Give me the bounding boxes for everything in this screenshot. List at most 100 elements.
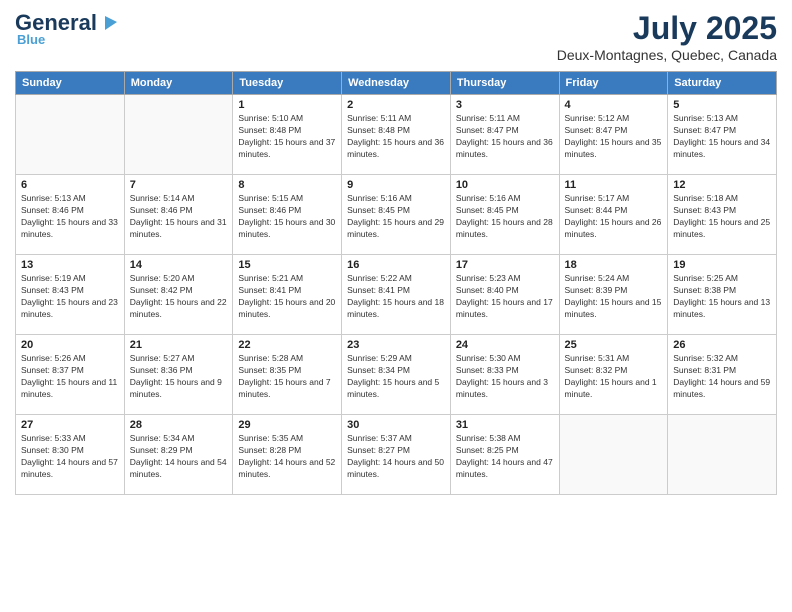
calendar-cell: 15 Sunrise: 5:21 AM Sunset: 8:41 PM Dayli… xyxy=(233,255,342,335)
day-number: 19 xyxy=(673,259,771,271)
day-number: 21 xyxy=(130,339,228,351)
calendar-cell: 28 Sunrise: 5:34 AM Sunset: 8:29 PM Dayli… xyxy=(124,415,233,495)
calendar-cell: 13 Sunrise: 5:19 AM Sunset: 8:43 PM Dayli… xyxy=(16,255,125,335)
day-number: 6 xyxy=(21,179,119,191)
day-number: 24 xyxy=(456,339,554,351)
calendar-cell: 22 Sunrise: 5:28 AM Sunset: 8:35 PM Dayli… xyxy=(233,335,342,415)
day-number: 17 xyxy=(456,259,554,271)
day-number: 25 xyxy=(565,339,663,351)
calendar-cell: 10 Sunrise: 5:16 AM Sunset: 8:45 PM Dayli… xyxy=(450,175,559,255)
day-number: 1 xyxy=(238,99,336,111)
logo-blue: Blue xyxy=(17,32,45,47)
day-detail: Sunrise: 5:35 AM Sunset: 8:28 PM Dayligh… xyxy=(238,433,336,481)
calendar-cell: 4 Sunrise: 5:12 AM Sunset: 8:47 PM Daylig… xyxy=(559,95,668,175)
calendar-cell: 25 Sunrise: 5:31 AM Sunset: 8:32 PM Dayli… xyxy=(559,335,668,415)
day-detail: Sunrise: 5:24 AM Sunset: 8:39 PM Dayligh… xyxy=(565,273,663,321)
day-detail: Sunrise: 5:33 AM Sunset: 8:30 PM Dayligh… xyxy=(21,433,119,481)
header: General Blue July 2025 Deux-Montagnes, Q… xyxy=(15,10,777,63)
day-number: 8 xyxy=(238,179,336,191)
day-detail: Sunrise: 5:11 AM Sunset: 8:47 PM Dayligh… xyxy=(456,113,554,161)
day-number: 10 xyxy=(456,179,554,191)
col-header-sunday: Sunday xyxy=(16,72,125,95)
day-detail: Sunrise: 5:17 AM Sunset: 8:44 PM Dayligh… xyxy=(565,193,663,241)
day-detail: Sunrise: 5:25 AM Sunset: 8:38 PM Dayligh… xyxy=(673,273,771,321)
day-detail: Sunrise: 5:30 AM Sunset: 8:33 PM Dayligh… xyxy=(456,353,554,401)
main-title: July 2025 xyxy=(557,10,777,47)
day-detail: Sunrise: 5:31 AM Sunset: 8:32 PM Dayligh… xyxy=(565,353,663,401)
week-row-1: 6 Sunrise: 5:13 AM Sunset: 8:46 PM Daylig… xyxy=(16,175,777,255)
calendar-cell: 17 Sunrise: 5:23 AM Sunset: 8:40 PM Dayli… xyxy=(450,255,559,335)
day-detail: Sunrise: 5:29 AM Sunset: 8:34 PM Dayligh… xyxy=(347,353,445,401)
day-detail: Sunrise: 5:16 AM Sunset: 8:45 PM Dayligh… xyxy=(347,193,445,241)
header-row: SundayMondayTuesdayWednesdayThursdayFrid… xyxy=(16,72,777,95)
calendar-cell: 29 Sunrise: 5:35 AM Sunset: 8:28 PM Dayli… xyxy=(233,415,342,495)
day-detail: Sunrise: 5:28 AM Sunset: 8:35 PM Dayligh… xyxy=(238,353,336,401)
col-header-friday: Friday xyxy=(559,72,668,95)
calendar-cell: 31Sunrise: 5:38 AM Sunset: 8:25 PM Dayli… xyxy=(450,415,559,495)
calendar-cell: 16Sunrise: 5:22 AM Sunset: 8:41 PM Dayli… xyxy=(342,255,451,335)
day-detail: Sunrise: 5:21 AM Sunset: 8:41 PM Dayligh… xyxy=(238,273,336,321)
subtitle: Deux-Montagnes, Quebec, Canada xyxy=(557,47,777,63)
col-header-monday: Monday xyxy=(124,72,233,95)
day-number: 15 xyxy=(238,259,336,271)
day-number: 18 xyxy=(565,259,663,271)
calendar-cell: 30Sunrise: 5:37 AM Sunset: 8:27 PM Dayli… xyxy=(342,415,451,495)
calendar-cell xyxy=(559,415,668,495)
logo-icon xyxy=(97,12,119,34)
calendar-cell: 6 Sunrise: 5:13 AM Sunset: 8:46 PM Daylig… xyxy=(16,175,125,255)
calendar-cell xyxy=(124,95,233,175)
day-number: 5 xyxy=(673,99,771,111)
day-number: 9 xyxy=(347,179,445,191)
calendar-cell: 20Sunrise: 5:26 AM Sunset: 8:37 PM Dayli… xyxy=(16,335,125,415)
calendar-cell: 7Sunrise: 5:14 AM Sunset: 8:46 PM Daylig… xyxy=(124,175,233,255)
day-detail: Sunrise: 5:23 AM Sunset: 8:40 PM Dayligh… xyxy=(456,273,554,321)
day-detail: Sunrise: 5:16 AM Sunset: 8:45 PM Dayligh… xyxy=(456,193,554,241)
day-detail: Sunrise: 5:10 AM Sunset: 8:48 PM Dayligh… xyxy=(238,113,336,161)
day-detail: Sunrise: 5:13 AM Sunset: 8:46 PM Dayligh… xyxy=(21,193,119,241)
day-detail: Sunrise: 5:15 AM Sunset: 8:46 PM Dayligh… xyxy=(238,193,336,241)
day-number: 20 xyxy=(21,339,119,351)
day-number: 29 xyxy=(238,419,336,431)
week-row-0: 1 Sunrise: 5:10 AM Sunset: 8:48 PM Daylig… xyxy=(16,95,777,175)
calendar-cell: 12 Sunrise: 5:18 AM Sunset: 8:43 PM Dayli… xyxy=(668,175,777,255)
day-number: 23 xyxy=(347,339,445,351)
day-number: 14 xyxy=(130,259,228,271)
day-number: 2 xyxy=(347,99,445,111)
calendar-cell: 2 Sunrise: 5:11 AM Sunset: 8:48 PM Daylig… xyxy=(342,95,451,175)
col-header-tuesday: Tuesday xyxy=(233,72,342,95)
calendar-table: SundayMondayTuesdayWednesdayThursdayFrid… xyxy=(15,71,777,495)
day-detail: Sunrise: 5:11 AM Sunset: 8:48 PM Dayligh… xyxy=(347,113,445,161)
day-detail: Sunrise: 5:12 AM Sunset: 8:47 PM Dayligh… xyxy=(565,113,663,161)
day-number: 22 xyxy=(238,339,336,351)
week-row-4: 27 Sunrise: 5:33 AM Sunset: 8:30 PM Dayli… xyxy=(16,415,777,495)
day-detail: Sunrise: 5:34 AM Sunset: 8:29 PM Dayligh… xyxy=(130,433,228,481)
title-area: July 2025 Deux-Montagnes, Quebec, Canada xyxy=(557,10,777,63)
calendar-cell: 1 Sunrise: 5:10 AM Sunset: 8:48 PM Daylig… xyxy=(233,95,342,175)
calendar-cell xyxy=(668,415,777,495)
day-detail: Sunrise: 5:19 AM Sunset: 8:43 PM Dayligh… xyxy=(21,273,119,321)
day-detail: Sunrise: 5:18 AM Sunset: 8:43 PM Dayligh… xyxy=(673,193,771,241)
day-number: 13 xyxy=(21,259,119,271)
day-number: 7 xyxy=(130,179,228,191)
col-header-wednesday: Wednesday xyxy=(342,72,451,95)
calendar-cell: 3 Sunrise: 5:11 AM Sunset: 8:47 PM Daylig… xyxy=(450,95,559,175)
calendar-cell: 21Sunrise: 5:27 AM Sunset: 8:36 PM Dayli… xyxy=(124,335,233,415)
col-header-saturday: Saturday xyxy=(668,72,777,95)
day-number: 28 xyxy=(130,419,228,431)
logo: General Blue xyxy=(15,10,119,47)
day-number: 30 xyxy=(347,419,445,431)
day-number: 12 xyxy=(673,179,771,191)
calendar-cell: 18 Sunrise: 5:24 AM Sunset: 8:39 PM Dayli… xyxy=(559,255,668,335)
calendar-cell: 11 Sunrise: 5:17 AM Sunset: 8:44 PM Dayli… xyxy=(559,175,668,255)
day-detail: Sunrise: 5:32 AM Sunset: 8:31 PM Dayligh… xyxy=(673,353,771,401)
col-header-thursday: Thursday xyxy=(450,72,559,95)
calendar-cell: 26 Sunrise: 5:32 AM Sunset: 8:31 PM Dayli… xyxy=(668,335,777,415)
day-number: 11 xyxy=(565,179,663,191)
day-number: 3 xyxy=(456,99,554,111)
day-number: 4 xyxy=(565,99,663,111)
day-number: 27 xyxy=(21,419,119,431)
day-detail: Sunrise: 5:38 AM Sunset: 8:25 PM Dayligh… xyxy=(456,433,554,481)
calendar-cell: 8 Sunrise: 5:15 AM Sunset: 8:46 PM Daylig… xyxy=(233,175,342,255)
day-detail: Sunrise: 5:22 AM Sunset: 8:41 PM Dayligh… xyxy=(347,273,445,321)
day-number: 26 xyxy=(673,339,771,351)
